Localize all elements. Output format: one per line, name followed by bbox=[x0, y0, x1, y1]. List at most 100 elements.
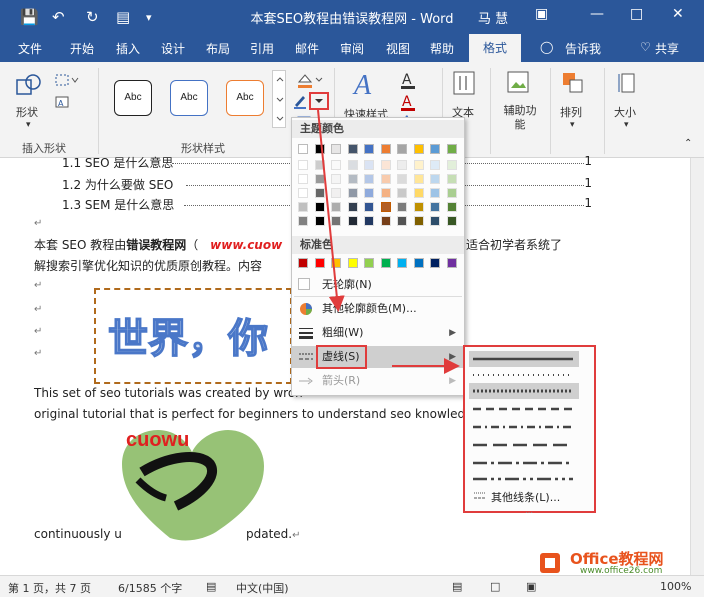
maximize-icon[interactable]: □ bbox=[630, 6, 643, 22]
theme-color-swatch[interactable] bbox=[331, 202, 341, 212]
theme-color-swatch[interactable] bbox=[380, 188, 391, 198]
theme-color-swatch[interactable] bbox=[397, 160, 407, 170]
theme-color-swatch[interactable] bbox=[314, 202, 325, 212]
style-sample-1[interactable]: Abc bbox=[114, 80, 152, 116]
vertical-scrollbar[interactable] bbox=[690, 158, 704, 575]
dash-option-dash[interactable] bbox=[469, 401, 579, 417]
body-paragraph-line2[interactable]: 解搜索引擎优化知识的优质原创教程。内容 bbox=[34, 257, 262, 274]
theme-color-swatch[interactable] bbox=[397, 188, 407, 198]
theme-color-swatch[interactable] bbox=[364, 202, 374, 212]
dash-option-long-dash-dot-dot[interactable] bbox=[469, 471, 579, 487]
edit-shape-icon[interactable] bbox=[52, 72, 80, 90]
theme-color-swatch[interactable] bbox=[380, 174, 391, 184]
theme-color-swatch[interactable] bbox=[314, 216, 325, 226]
alt-text-icon[interactable] bbox=[506, 70, 530, 96]
theme-color-swatch[interactable] bbox=[446, 144, 457, 154]
shape-fill-icon[interactable] bbox=[294, 70, 324, 90]
standard-color-swatch[interactable] bbox=[413, 258, 424, 268]
theme-color-swatch[interactable] bbox=[314, 144, 325, 154]
theme-color-swatch[interactable] bbox=[364, 144, 374, 154]
wordart-quick-style-icon[interactable]: A bbox=[350, 66, 390, 102]
language[interactable]: 中文(中国) bbox=[236, 580, 289, 596]
theme-color-swatch[interactable] bbox=[446, 188, 457, 198]
theme-color-swatch[interactable] bbox=[413, 174, 424, 184]
style-sample-3[interactable]: Abc bbox=[226, 80, 264, 116]
outline-dropdown-button[interactable] bbox=[309, 92, 329, 110]
size-label[interactable]: 大小 bbox=[614, 104, 636, 120]
theme-color-swatch[interactable] bbox=[331, 174, 341, 184]
theme-color-swatch[interactable] bbox=[446, 174, 457, 184]
standard-color-swatch[interactable] bbox=[364, 258, 374, 268]
size-icon[interactable] bbox=[616, 70, 640, 96]
read-mode-icon[interactable]: ▤ bbox=[452, 580, 462, 593]
theme-color-swatch[interactable] bbox=[364, 174, 374, 184]
gallery-scroll[interactable] bbox=[272, 70, 286, 128]
theme-color-swatch[interactable] bbox=[446, 202, 457, 212]
theme-color-swatch[interactable] bbox=[430, 160, 440, 170]
theme-color-swatch[interactable] bbox=[364, 216, 374, 226]
heart-image[interactable]: cuowu bbox=[118, 420, 278, 542]
theme-color-swatch[interactable] bbox=[430, 188, 440, 198]
theme-color-swatch[interactable] bbox=[347, 160, 358, 170]
theme-color-swatch[interactable] bbox=[347, 174, 358, 184]
english-line-3b[interactable]: pdated.↵ bbox=[246, 527, 301, 541]
close-icon[interactable]: ✕ bbox=[672, 6, 684, 22]
dash-option-dash-dot[interactable] bbox=[469, 419, 579, 435]
theme-color-swatch[interactable] bbox=[298, 144, 308, 154]
text-direction-icon[interactable] bbox=[452, 70, 476, 96]
word-count[interactable]: 6/1585 个字 bbox=[118, 580, 182, 596]
shapes-gallery-icon[interactable] bbox=[14, 72, 44, 100]
print-layout-icon[interactable]: □ bbox=[490, 580, 500, 593]
theme-color-swatch[interactable] bbox=[397, 202, 407, 212]
dash-option-long-dash-dot[interactable] bbox=[469, 455, 579, 471]
theme-color-swatch[interactable] bbox=[331, 216, 341, 226]
theme-color-swatch[interactable] bbox=[413, 160, 424, 170]
theme-color-swatch[interactable] bbox=[430, 174, 440, 184]
proofing-icon[interactable]: ▤ bbox=[206, 580, 216, 593]
minimize-icon[interactable]: — bbox=[590, 6, 604, 22]
tab-review[interactable]: 审阅 bbox=[340, 40, 364, 57]
standard-color-swatch[interactable] bbox=[314, 258, 325, 268]
standard-color-swatch[interactable] bbox=[397, 258, 407, 268]
no-outline-item[interactable]: 无轮廓(N) bbox=[292, 274, 464, 296]
theme-color-swatch[interactable] bbox=[298, 160, 308, 170]
english-line-1[interactable]: This set of seo tutorials was created by… bbox=[34, 386, 303, 400]
theme-color-swatch[interactable] bbox=[347, 216, 358, 226]
arrange-label[interactable]: 排列 bbox=[560, 104, 582, 120]
theme-color-swatch[interactable] bbox=[413, 202, 424, 212]
dash-option-square-dot[interactable] bbox=[469, 383, 579, 399]
body-paragraph[interactable]: 本套 SEO 教程由错误教程网（ www.cuow bbox=[34, 236, 282, 253]
theme-color-swatch[interactable] bbox=[331, 144, 341, 154]
theme-color-swatch[interactable] bbox=[430, 216, 440, 226]
tab-file[interactable]: 文件 bbox=[18, 40, 42, 57]
text-box-icon[interactable]: A bbox=[52, 94, 80, 112]
dash-option-solid[interactable] bbox=[469, 351, 579, 367]
standard-color-swatch[interactable] bbox=[446, 258, 457, 268]
tab-home[interactable]: 开始 bbox=[70, 40, 94, 57]
theme-color-swatch[interactable] bbox=[397, 174, 407, 184]
resize-grip-icon[interactable]: ⋯ bbox=[525, 508, 533, 517]
wordart-shape[interactable]: 世界，你 bbox=[94, 288, 292, 384]
theme-color-swatch[interactable] bbox=[364, 160, 374, 170]
theme-color-swatch[interactable] bbox=[413, 216, 424, 226]
theme-color-swatch[interactable] bbox=[446, 216, 457, 226]
theme-color-swatch[interactable] bbox=[298, 216, 308, 226]
more-outline-colors-item[interactable]: 其他轮廓颜色(M)... bbox=[292, 298, 464, 320]
tell-me-search[interactable]: 告诉我 bbox=[565, 40, 601, 57]
theme-color-swatch[interactable] bbox=[298, 174, 308, 184]
arrange-icon[interactable] bbox=[560, 70, 586, 96]
theme-color-swatch[interactable] bbox=[380, 144, 391, 154]
alt-text-label[interactable]: 辅助功 能 bbox=[500, 104, 540, 132]
standard-color-swatch[interactable] bbox=[298, 258, 308, 268]
style-sample-2[interactable]: Abc bbox=[170, 80, 208, 116]
tab-layout[interactable]: 布局 bbox=[206, 40, 230, 57]
theme-color-swatch[interactable] bbox=[397, 216, 407, 226]
tab-format[interactable]: 格式 bbox=[469, 34, 521, 62]
theme-color-swatch[interactable] bbox=[347, 188, 358, 198]
theme-color-swatch[interactable] bbox=[298, 188, 308, 198]
theme-color-swatch[interactable] bbox=[314, 160, 325, 170]
theme-color-swatch[interactable] bbox=[430, 202, 440, 212]
page-count[interactable]: 第 1 页，共 7 页 bbox=[8, 580, 91, 596]
collapse-ribbon-icon[interactable]: ⌃ bbox=[684, 138, 692, 149]
tab-view[interactable]: 视图 bbox=[386, 40, 410, 57]
